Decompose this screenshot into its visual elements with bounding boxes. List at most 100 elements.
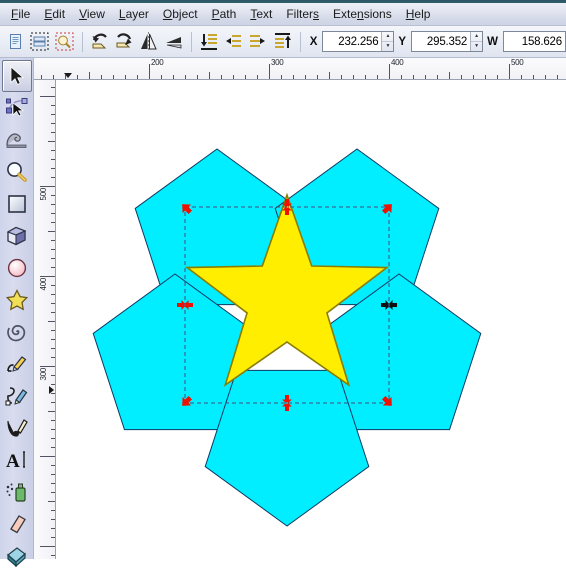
ruler-tick bbox=[51, 204, 55, 205]
menu-text[interactable]: Text bbox=[243, 5, 279, 24]
ruler-tick bbox=[329, 72, 330, 79]
y-position-spinner[interactable]: ▲ ▼ bbox=[470, 32, 483, 51]
flip-vertical-button[interactable] bbox=[162, 30, 185, 54]
duplicate-selection-button[interactable] bbox=[28, 30, 51, 54]
calligraphy-tool[interactable] bbox=[2, 412, 32, 444]
tweak-tool[interactable] bbox=[2, 124, 32, 156]
ruler-tick bbox=[51, 303, 55, 304]
pencil-icon bbox=[6, 356, 26, 372]
ruler-tick bbox=[51, 429, 55, 430]
new-document-button[interactable] bbox=[4, 30, 27, 54]
box3d-tool[interactable] bbox=[2, 220, 32, 252]
vertical-ruler[interactable]: 500 400 300 bbox=[34, 80, 56, 559]
lower-to-bottom-button[interactable] bbox=[198, 30, 221, 54]
ruler-tick bbox=[197, 75, 198, 79]
node-editor-tool[interactable] bbox=[2, 92, 32, 124]
clone-selection-button[interactable] bbox=[53, 30, 76, 54]
pencil-tool[interactable] bbox=[2, 348, 32, 380]
text-icon: A bbox=[6, 451, 25, 471]
menu-extensions[interactable]: Extensions bbox=[326, 5, 399, 24]
ruler-tick bbox=[51, 339, 55, 340]
menu-view[interactable]: View bbox=[72, 5, 112, 24]
spray-can-icon bbox=[6, 483, 26, 502]
ellipse-tool[interactable] bbox=[2, 252, 32, 284]
x-position-spinner[interactable]: ▲ ▼ bbox=[381, 32, 394, 51]
menu-edit[interactable]: Edit bbox=[37, 5, 72, 24]
rotate-90-cw-button[interactable] bbox=[113, 30, 136, 54]
ruler-label: 400 bbox=[39, 278, 48, 291]
ruler-tick bbox=[51, 528, 55, 529]
ruler-tick bbox=[40, 456, 55, 457]
command-toolbar: X 232.256 ▲ ▼ Y 295.352 ▲ ▼ W 158.626 bbox=[0, 26, 566, 58]
ruler-tick bbox=[317, 75, 318, 79]
ruler-label: 500 bbox=[39, 188, 48, 201]
menu-object[interactable]: Object bbox=[156, 5, 205, 24]
paint-bucket-tool[interactable] bbox=[2, 540, 32, 572]
eraser-tool[interactable] bbox=[2, 508, 32, 540]
canvas-area: 200 300 400 500 500 400 300 bbox=[34, 58, 566, 559]
duplicate-selection-icon bbox=[30, 32, 49, 51]
ruler-tick bbox=[53, 75, 54, 79]
ruler-tick bbox=[51, 87, 55, 88]
y-spin-down[interactable]: ▼ bbox=[471, 42, 482, 51]
ruler-tick bbox=[48, 141, 55, 142]
star-tool[interactable] bbox=[2, 284, 32, 316]
ruler-label: 400 bbox=[391, 58, 404, 67]
drawing-canvas[interactable] bbox=[56, 80, 566, 559]
spray-tool[interactable] bbox=[2, 476, 32, 508]
x-spin-down[interactable]: ▼ bbox=[382, 42, 393, 51]
rectangle-tool[interactable] bbox=[2, 188, 32, 220]
x-spin-up[interactable]: ▲ bbox=[382, 32, 394, 42]
paint-bucket-icon bbox=[6, 547, 26, 567]
ruler-tick bbox=[257, 75, 258, 79]
width-label: W bbox=[487, 35, 498, 48]
menu-filters[interactable]: Filters bbox=[279, 5, 326, 24]
ruler-tick bbox=[51, 285, 55, 286]
clone-selection-icon bbox=[55, 32, 74, 51]
node-editor-icon bbox=[5, 98, 27, 117]
y-position-field[interactable]: 295.352 ▲ ▼ bbox=[411, 31, 484, 52]
menu-path[interactable]: Path bbox=[205, 5, 244, 24]
flip-horizontal-button[interactable] bbox=[137, 30, 160, 54]
lower-one-step-button[interactable] bbox=[222, 30, 245, 54]
pentagon-shape-5[interactable] bbox=[204, 369, 370, 527]
ruler-tick bbox=[173, 75, 174, 79]
text-tool[interactable]: A bbox=[2, 444, 32, 476]
raise-one-step-button[interactable] bbox=[246, 30, 269, 54]
inkscape-window: File Edit View Layer Object Path Text Fi… bbox=[0, 0, 566, 567]
ruler-tick bbox=[149, 64, 150, 79]
ruler-tick bbox=[51, 465, 55, 466]
ruler-label: 300 bbox=[271, 58, 284, 67]
ruler-tick bbox=[233, 75, 234, 79]
ruler-tick bbox=[40, 186, 55, 187]
ruler-tick bbox=[51, 555, 55, 556]
ruler-tick bbox=[51, 123, 55, 124]
ruler-tick bbox=[209, 72, 210, 79]
y-spin-up[interactable]: ▲ bbox=[471, 32, 483, 42]
selector-tool[interactable] bbox=[1, 60, 32, 92]
ruler-tick bbox=[40, 276, 55, 277]
menu-help[interactable]: Help bbox=[399, 5, 438, 24]
ruler-tick bbox=[51, 150, 55, 151]
menu-layer[interactable]: Layer bbox=[112, 5, 156, 24]
width-field[interactable]: 158.626 bbox=[502, 31, 566, 52]
toolbar-separator-3 bbox=[299, 31, 301, 52]
raise-to-top-icon bbox=[274, 33, 291, 48]
ruler-tick bbox=[377, 75, 378, 79]
bezier-tool[interactable] bbox=[2, 380, 32, 412]
raise-to-top-button[interactable] bbox=[271, 30, 294, 54]
horizontal-ruler[interactable]: 200 300 400 500 bbox=[34, 58, 566, 80]
zoom-tool[interactable] bbox=[2, 156, 32, 188]
ruler-tick bbox=[51, 114, 55, 115]
artwork-svg[interactable] bbox=[56, 80, 566, 559]
spiral-tool[interactable] bbox=[2, 316, 32, 348]
ruler-tick bbox=[473, 75, 474, 79]
ruler-tick bbox=[401, 75, 402, 79]
x-position-field[interactable]: 232.256 ▲ ▼ bbox=[322, 31, 395, 52]
ruler-tick bbox=[51, 420, 55, 421]
menu-file[interactable]: File bbox=[4, 5, 37, 24]
ruler-tick bbox=[77, 75, 78, 79]
ruler-tick bbox=[51, 519, 55, 520]
rotate-90-ccw-button[interactable] bbox=[89, 30, 112, 54]
ruler-tick bbox=[51, 222, 55, 223]
